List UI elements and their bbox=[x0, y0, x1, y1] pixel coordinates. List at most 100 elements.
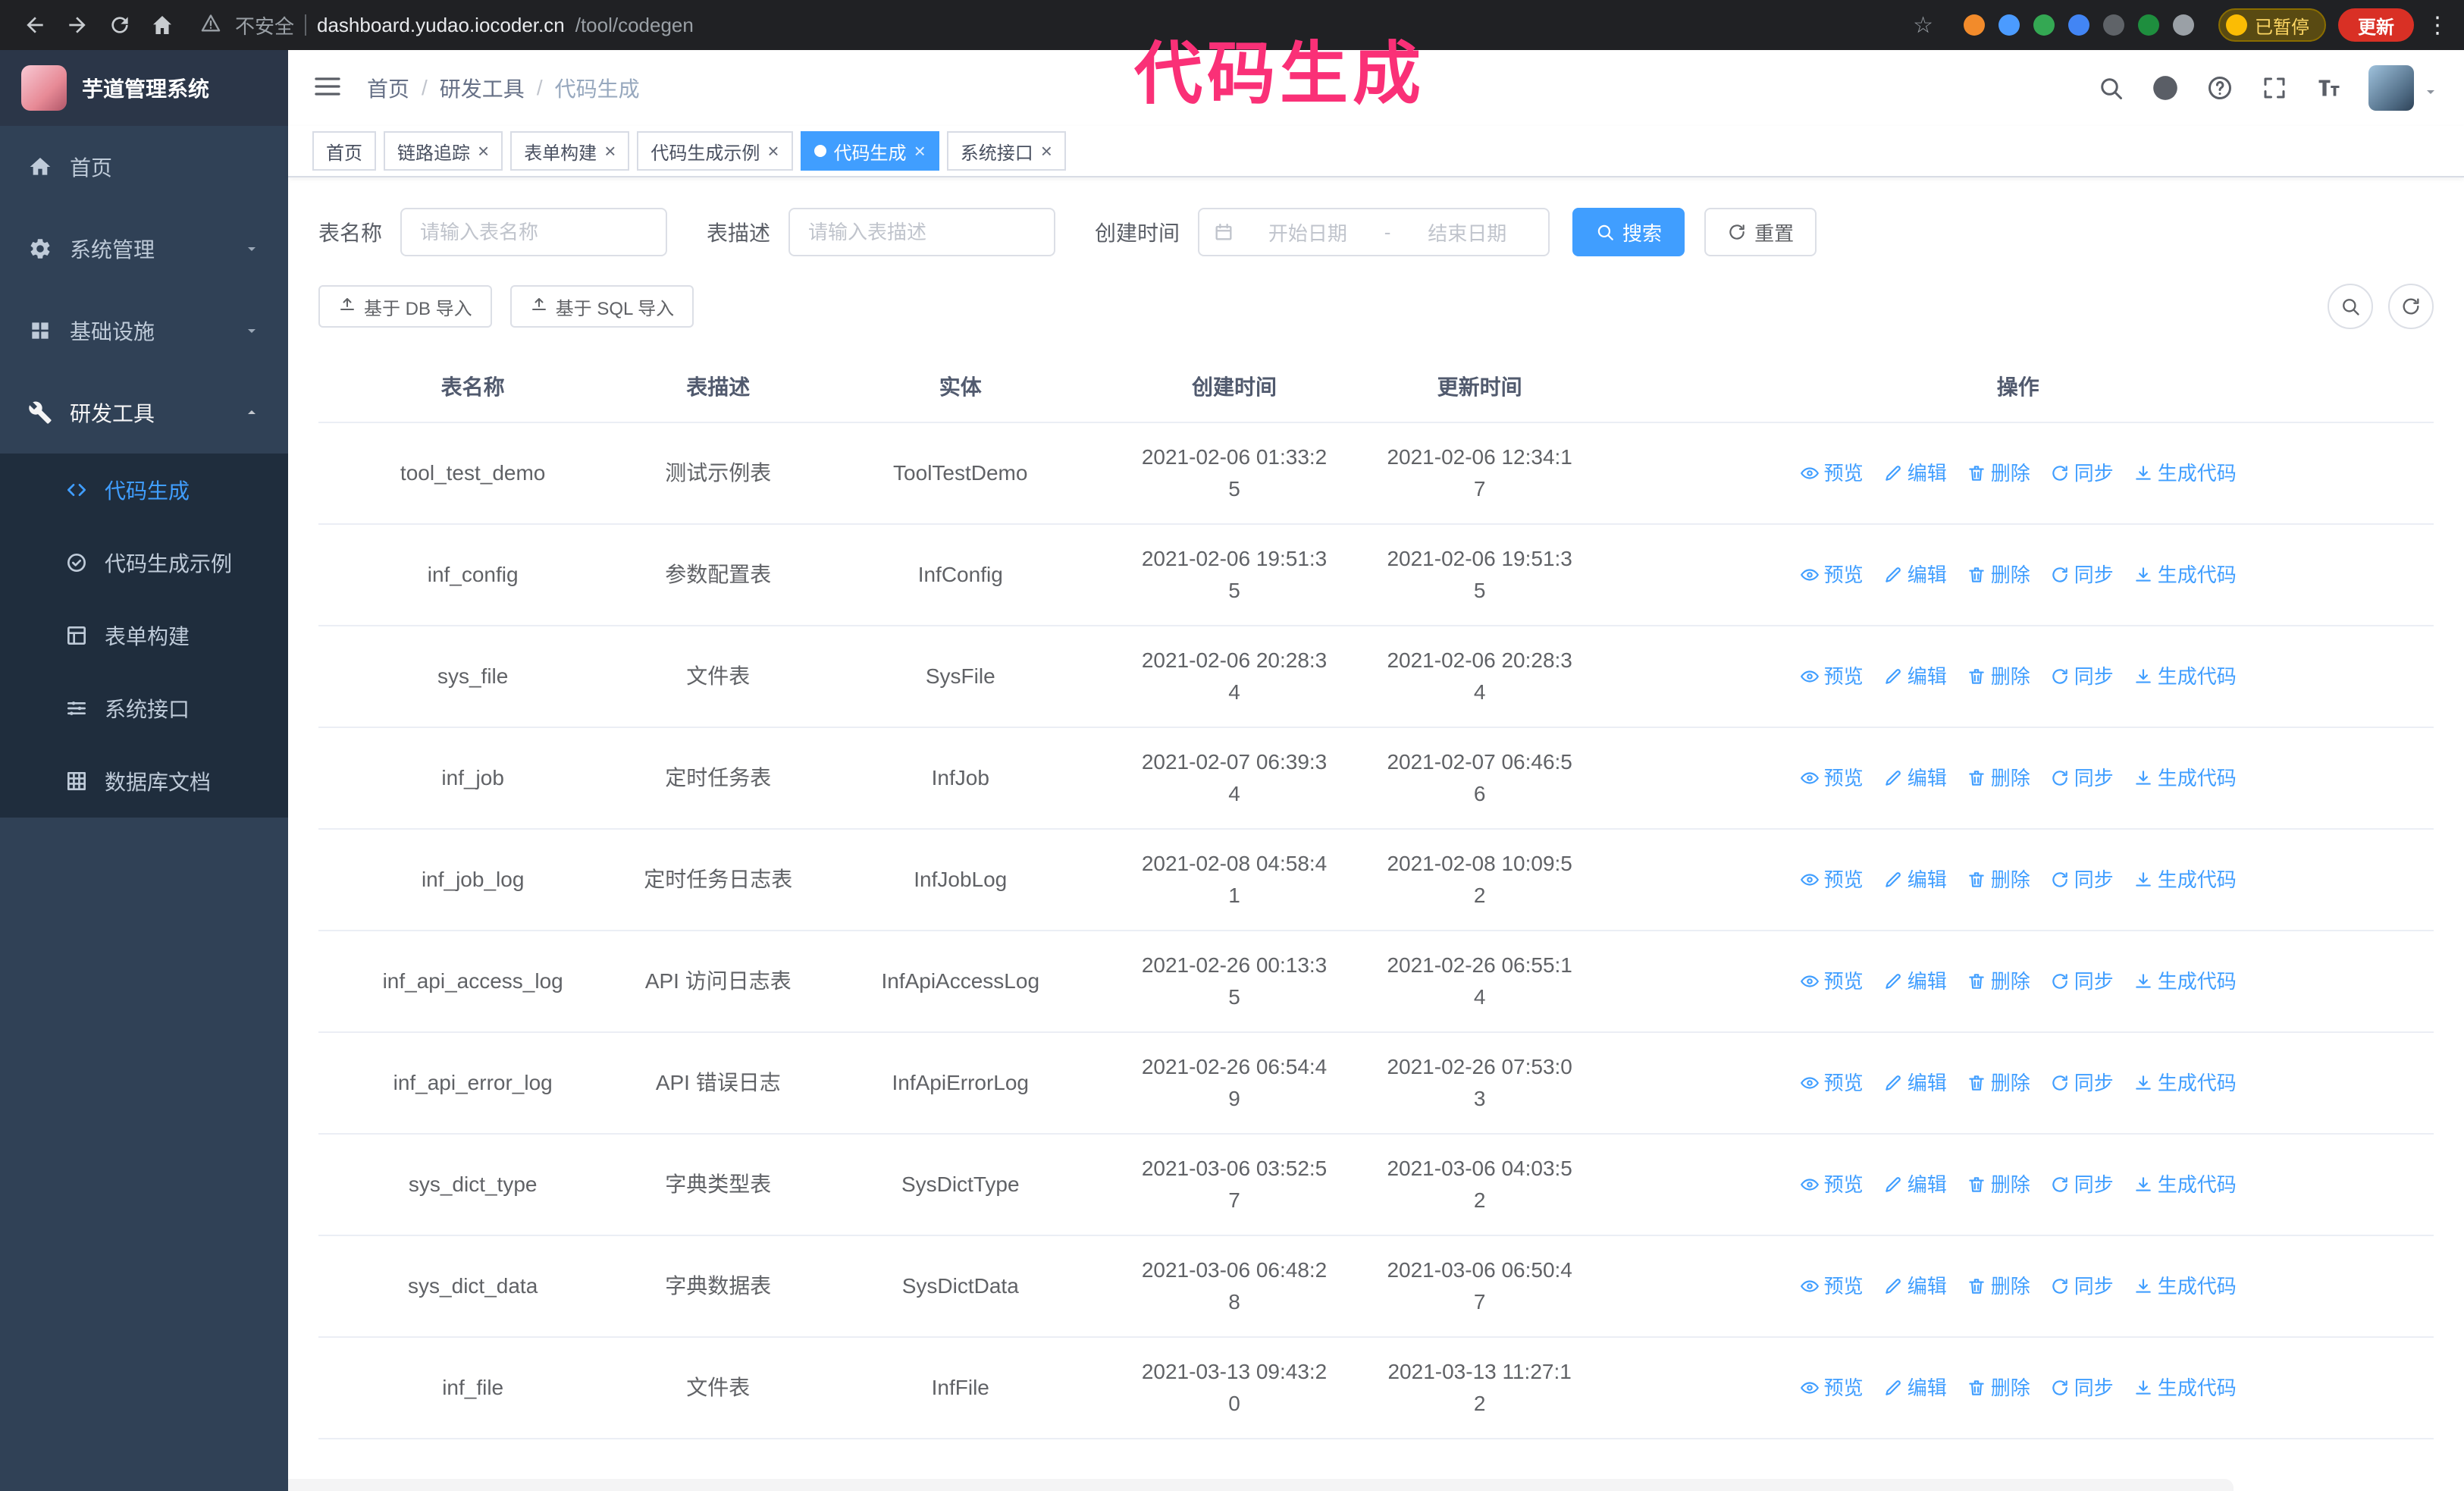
check-extension-icon[interactable] bbox=[2033, 14, 2055, 36]
sync-action[interactable]: 同步 bbox=[2050, 661, 2114, 692]
generate-code-action[interactable]: 生成代码 bbox=[2133, 762, 2237, 794]
fox-extension-icon[interactable] bbox=[1964, 14, 1985, 36]
close-icon[interactable]: × bbox=[604, 141, 616, 161]
update-button[interactable]: 更新 bbox=[2338, 8, 2414, 42]
edit-action[interactable]: 编辑 bbox=[1883, 965, 1947, 997]
delete-action[interactable]: 删除 bbox=[1967, 1169, 2030, 1201]
generate-code-action[interactable]: 生成代码 bbox=[2133, 965, 2237, 997]
sidebar-menu-item[interactable]: 系统管理 bbox=[0, 208, 288, 290]
generate-code-action[interactable]: 生成代码 bbox=[2133, 1067, 2237, 1099]
breadcrumb-item[interactable]: 研发工具 bbox=[440, 73, 525, 103]
tab[interactable]: 代码生成 × bbox=[800, 131, 939, 171]
preview-action[interactable]: 预览 bbox=[1800, 457, 1864, 489]
github-icon[interactable] bbox=[2150, 73, 2180, 103]
delete-action[interactable]: 删除 bbox=[1967, 864, 2030, 896]
tab[interactable]: 系统接口 × bbox=[946, 131, 1066, 171]
page-button[interactable]: 2 bbox=[288, 1479, 2234, 1491]
delete-action[interactable]: 删除 bbox=[1967, 559, 2030, 591]
user-menu[interactable] bbox=[2368, 65, 2440, 111]
generate-code-action[interactable]: 生成代码 bbox=[2133, 864, 2237, 896]
date-range-picker[interactable]: 开始日期 - 结束日期 bbox=[1198, 208, 1550, 256]
sync-action[interactable]: 同步 bbox=[2050, 965, 2114, 997]
preview-action[interactable]: 预览 bbox=[1800, 965, 1864, 997]
import-sql-button[interactable]: 基于 SQL 导入 bbox=[509, 285, 694, 328]
hamburger-icon[interactable] bbox=[312, 71, 346, 105]
kebab-menu-icon[interactable]: ⋮ bbox=[2426, 12, 2449, 39]
sync-action[interactable]: 同步 bbox=[2050, 864, 2114, 896]
close-icon[interactable]: × bbox=[478, 141, 489, 161]
sidebar-menu-item[interactable]: 基础设施 bbox=[0, 290, 288, 372]
generate-code-action[interactable]: 生成代码 bbox=[2133, 457, 2237, 489]
paused-badge[interactable]: 已暂停 bbox=[2218, 8, 2326, 42]
forward-button[interactable] bbox=[58, 5, 97, 45]
edit-action[interactable]: 编辑 bbox=[1883, 1372, 1947, 1404]
sync-action[interactable]: 同步 bbox=[2050, 559, 2114, 591]
sidebar-menu-item[interactable]: 研发工具 bbox=[0, 372, 288, 454]
preview-action[interactable]: 预览 bbox=[1800, 1270, 1864, 1302]
preview-action[interactable]: 预览 bbox=[1800, 661, 1864, 692]
preview-action[interactable]: 预览 bbox=[1800, 1372, 1864, 1404]
bookmark-star-icon[interactable]: ☆ bbox=[1913, 12, 1933, 39]
close-icon[interactable]: × bbox=[1041, 141, 1052, 161]
preview-action[interactable]: 预览 bbox=[1800, 762, 1864, 794]
leaf-extension-icon[interactable] bbox=[2138, 14, 2159, 36]
sidebar-submenu-item[interactable]: 代码生成 bbox=[0, 454, 288, 526]
sync-action[interactable]: 同步 bbox=[2050, 1270, 2114, 1302]
sidebar-menu-item[interactable]: 首页 bbox=[0, 126, 288, 208]
table-desc-input[interactable] bbox=[788, 208, 1056, 256]
fullscreen-icon[interactable] bbox=[2259, 73, 2290, 103]
sync-action[interactable]: 同步 bbox=[2050, 762, 2114, 794]
help-icon[interactable] bbox=[2205, 73, 2235, 103]
generate-code-action[interactable]: 生成代码 bbox=[2133, 1372, 2237, 1404]
sync-action[interactable]: 同步 bbox=[2050, 457, 2114, 489]
edit-action[interactable]: 编辑 bbox=[1883, 1067, 1947, 1099]
puzzle-extension-icon[interactable] bbox=[2173, 14, 2194, 36]
delete-action[interactable]: 删除 bbox=[1967, 1067, 2030, 1099]
generate-code-action[interactable]: 生成代码 bbox=[2133, 1169, 2237, 1201]
edit-action[interactable]: 编辑 bbox=[1883, 559, 1947, 591]
sync-action[interactable]: 同步 bbox=[2050, 1067, 2114, 1099]
edit-action[interactable]: 编辑 bbox=[1883, 1270, 1947, 1302]
font-size-icon[interactable] bbox=[2314, 73, 2344, 103]
browser-home-button[interactable] bbox=[143, 5, 182, 45]
refresh-table-button[interactable] bbox=[2388, 284, 2434, 329]
delete-action[interactable]: 删除 bbox=[1967, 762, 2030, 794]
edit-action[interactable]: 编辑 bbox=[1883, 864, 1947, 896]
edit-action[interactable]: 编辑 bbox=[1883, 457, 1947, 489]
tab[interactable]: 链路追踪 × bbox=[384, 131, 503, 171]
sidebar-submenu-item[interactable]: 系统接口 bbox=[0, 672, 288, 745]
address-bar[interactable]: 不安全 dashboard.yudao.iocoder.cn/tool/code… bbox=[200, 11, 1933, 39]
close-icon[interactable]: × bbox=[767, 141, 779, 161]
toggle-search-button[interactable] bbox=[2328, 284, 2373, 329]
tab[interactable]: 表单构建 × bbox=[510, 131, 630, 171]
search-button[interactable]: 搜索 bbox=[1572, 208, 1685, 256]
sync-action[interactable]: 同步 bbox=[2050, 1372, 2114, 1404]
generate-code-action[interactable]: 生成代码 bbox=[2133, 1270, 2237, 1302]
sidebar-submenu-item[interactable]: 数据库文档 bbox=[0, 745, 288, 818]
app-logo[interactable]: 芋道管理系统 bbox=[0, 50, 288, 126]
preview-action[interactable]: 预览 bbox=[1800, 1169, 1864, 1201]
delete-action[interactable]: 删除 bbox=[1967, 1372, 2030, 1404]
start-date-placeholder[interactable]: 开始日期 bbox=[1240, 218, 1375, 246]
sidebar-submenu-item[interactable]: 代码生成示例 bbox=[0, 526, 288, 599]
reset-button[interactable]: 重置 bbox=[1704, 208, 1817, 256]
preview-action[interactable]: 预览 bbox=[1800, 864, 1864, 896]
preview-action[interactable]: 预览 bbox=[1800, 559, 1864, 591]
generate-code-action[interactable]: 生成代码 bbox=[2133, 559, 2237, 591]
tab[interactable]: 首页 bbox=[312, 131, 376, 171]
org-extension-icon[interactable] bbox=[2068, 14, 2089, 36]
toggle-extension-icon[interactable] bbox=[2103, 14, 2124, 36]
header-search-icon[interactable] bbox=[2096, 73, 2126, 103]
preview-action[interactable]: 预览 bbox=[1800, 1067, 1864, 1099]
edit-action[interactable]: 编辑 bbox=[1883, 1169, 1947, 1201]
table-name-input[interactable] bbox=[400, 208, 668, 256]
edit-action[interactable]: 编辑 bbox=[1883, 762, 1947, 794]
tab[interactable]: 代码生成示例 × bbox=[637, 131, 793, 171]
back-button[interactable] bbox=[15, 5, 55, 45]
delete-action[interactable]: 删除 bbox=[1967, 457, 2030, 489]
edit-action[interactable]: 编辑 bbox=[1883, 661, 1947, 692]
close-icon[interactable]: × bbox=[914, 141, 926, 161]
breadcrumb-item[interactable]: 首页 bbox=[367, 73, 409, 103]
generate-code-action[interactable]: 生成代码 bbox=[2133, 661, 2237, 692]
user-avatar[interactable] bbox=[2368, 65, 2414, 111]
